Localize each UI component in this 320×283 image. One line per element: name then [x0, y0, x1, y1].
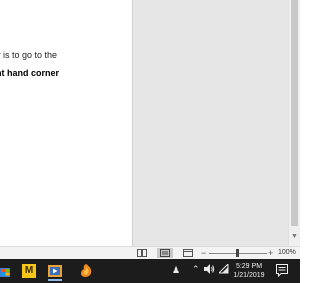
m-app-letter: M — [24, 265, 34, 276]
m-app-icon[interactable]: M — [19, 261, 39, 281]
store-app-icon[interactable] — [0, 261, 14, 281]
vertical-scrollbar[interactable]: ▼ — [288, 0, 300, 246]
people-icon[interactable]: ♟ — [172, 265, 180, 275]
speaker-icon[interactable] — [204, 264, 215, 276]
media-player-icon[interactable] — [45, 261, 65, 281]
zoom-in-button[interactable]: + — [268, 247, 273, 259]
document-text-line-bold: nt hand corner — [0, 68, 60, 78]
active-app-indicator — [48, 279, 62, 281]
document-canvas-background — [132, 0, 288, 246]
print-layout-icon — [160, 249, 170, 257]
chevron-up-icon[interactable]: ⌃ — [192, 264, 200, 274]
read-mode-button[interactable] — [134, 248, 150, 258]
web-layout-button[interactable] — [180, 248, 196, 258]
system-clock[interactable]: 5:29 PM 1/21/2019 — [228, 262, 270, 280]
print-layout-button[interactable] — [157, 248, 173, 258]
clock-time: 5:29 PM — [235, 263, 263, 270]
zoom-level[interactable]: 100% — [278, 248, 296, 258]
zoom-out-button[interactable]: − — [201, 247, 206, 259]
scrollbar-thumb[interactable] — [291, 0, 298, 226]
document-text-line: y is to go to the — [0, 50, 58, 60]
taskbar: M ♟ ⌃ 5:29 PM 1/21/2019 — [0, 259, 300, 283]
scroll-down-arrow-icon[interactable]: ▼ — [291, 233, 298, 241]
notifications-icon[interactable] — [276, 264, 288, 278]
zoom-slider-thumb[interactable] — [236, 249, 239, 257]
status-bar: − + 100% — [0, 246, 300, 259]
document-page[interactable]: y is to go to the nt hand corner — [0, 0, 132, 246]
clock-date: 1/21/2019 — [233, 272, 265, 279]
fl-studio-icon[interactable] — [76, 261, 96, 281]
web-layout-icon — [183, 249, 193, 257]
read-mode-icon — [137, 249, 147, 257]
